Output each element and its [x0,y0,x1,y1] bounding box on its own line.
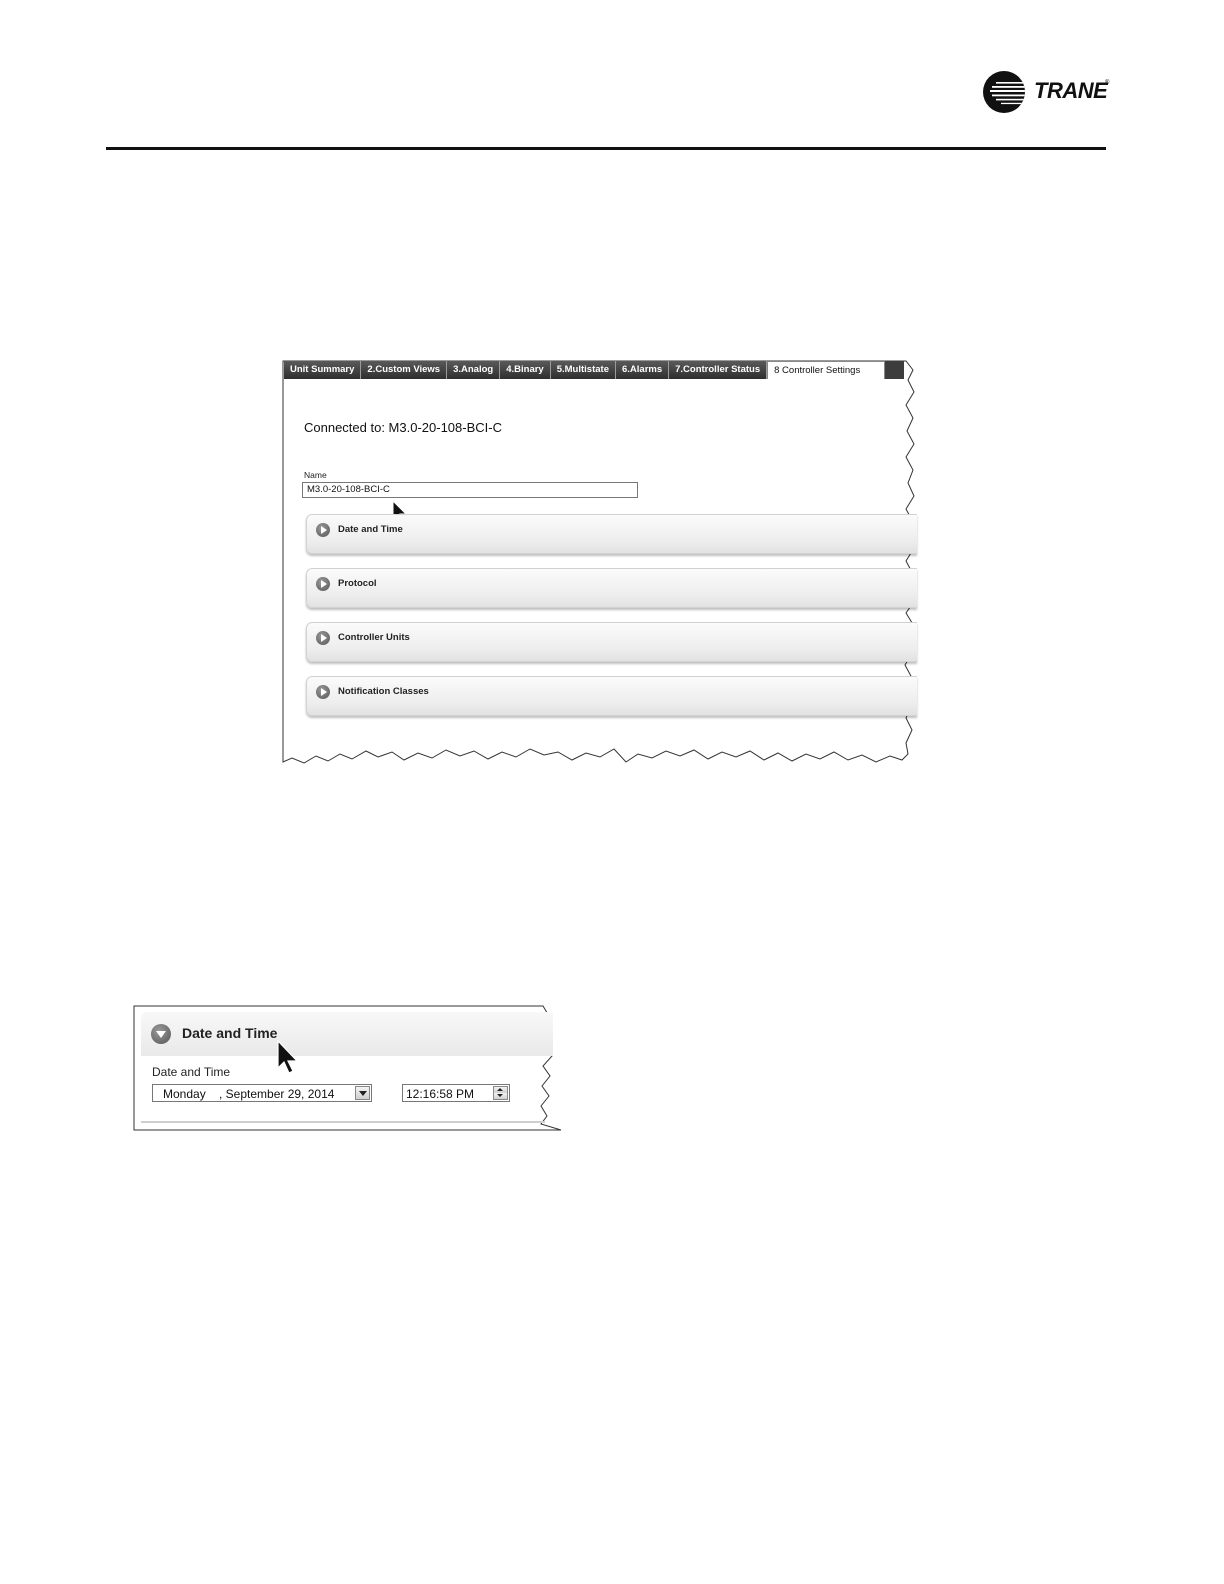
controller-settings-screenshot: Unit Summary 2.Custom Views 3.Analog 4.B… [282,358,918,770]
brand-logo: TRANE ® [982,70,1112,116]
section-notification-classes[interactable]: Notification Classes [306,676,917,716]
play-circle-icon[interactable] [316,685,330,699]
section-protocol[interactable]: Protocol [306,568,917,608]
tab-controller-settings[interactable]: 8 Controller Settings [767,361,886,379]
play-circle-icon[interactable] [316,631,330,645]
date-time-section-header[interactable]: Date and Time [141,1012,553,1056]
section-title: Controller Units [338,632,410,643]
play-circle-icon[interactable] [316,523,330,537]
tab-analog[interactable]: 3.Analog [447,361,501,379]
trane-globe-icon [983,71,1025,113]
section-date-and-time[interactable]: Date and Time [306,514,917,554]
section-title: Protocol [338,578,377,589]
time-input[interactable]: 12:16:58 PM [402,1084,510,1102]
tab-multistate[interactable]: 5.Multistate [550,361,616,379]
tab-bar: Unit Summary 2.Custom Views 3.Analog 4.B… [284,361,904,379]
mouse-pointer-icon [277,1040,299,1074]
date-select[interactable]: Monday , September 29, 2014 [152,1084,372,1102]
tab-custom-views[interactable]: 2.Custom Views [361,361,448,379]
brand-name: TRANE [1034,78,1108,103]
date-value: , September 29, 2014 [219,1087,335,1101]
chevron-down-circle-icon[interactable] [151,1024,171,1044]
section-controller-units[interactable]: Controller Units [306,622,917,662]
play-circle-icon[interactable] [316,577,330,591]
time-value: 12:16:58 PM [406,1087,475,1101]
registered-mark: ® [1105,80,1110,86]
section-title: Notification Classes [338,686,429,697]
tab-controller-status[interactable]: 7.Controller Status [669,361,768,379]
connected-to-label: Connected to: M3.0-20-108-BCI-C [304,420,502,435]
header-rule [106,147,1106,150]
dropdown-arrow-icon[interactable] [355,1086,370,1100]
date-time-field-label: Date and Time [152,1065,231,1079]
section-title: Date and Time [182,1025,278,1041]
date-time-screenshot: Date and Time Date and Time Monday , Sep… [133,1004,563,1134]
spinner-icon[interactable] [493,1086,508,1100]
section-title: Date and Time [338,524,403,535]
tab-alarms[interactable]: 6.Alarms [615,361,670,379]
name-field-label: Name [304,470,327,480]
date-day: Monday [163,1087,206,1101]
name-input[interactable]: M3.0-20-108-BCI-C [302,482,638,498]
spinner-down-button[interactable] [494,1093,507,1099]
tab-unit-summary[interactable]: Unit Summary [284,361,362,379]
tab-binary[interactable]: 4.Binary [500,361,551,379]
